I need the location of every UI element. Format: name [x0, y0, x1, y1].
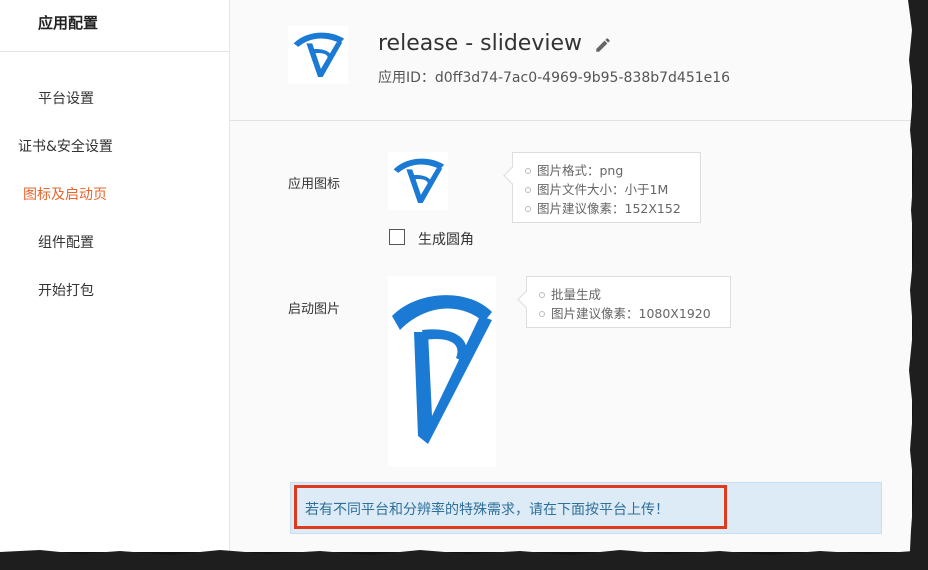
splash-image-label: 启动图片 [288, 302, 341, 317]
sidebar-item-certificate-security[interactable]: 证书&安全设置 [18, 136, 113, 156]
splash-image-tips: 批量生成 图片建议像素：1080X1920 [526, 276, 731, 328]
notice-text: 若有不同平台和分辨率的特殊需求，请在下面按平台上传！ [305, 502, 669, 518]
torn-edge-bottom [0, 550, 928, 570]
sidebar-item-platform-settings[interactable]: 平台设置 [38, 88, 94, 108]
app-icon-label: 应用图标 [288, 177, 341, 192]
app-id-value: d0ff3d74-7ac0-4969-9b95-838b7d451e16 [434, 70, 731, 86]
app-title: release - slideview [378, 31, 582, 56]
sidebar-item-icon-splash[interactable]: 图标及启动页 [23, 184, 107, 204]
app-icon-preview[interactable] [388, 152, 448, 210]
sidebar-header: 应用配置 [0, 0, 229, 52]
app-logo [288, 26, 348, 84]
main-content: release - slideview 应用ID：d0ff3d74-7ac0-4… [230, 0, 912, 552]
upload-notice: 若有不同平台和分辨率的特殊需求，请在下面按平台上传！ [290, 482, 882, 534]
sidebar-item-components[interactable]: 组件配置 [38, 232, 94, 252]
tip-pixels: 图片建议像素：152X152 [525, 199, 690, 218]
splash-image-preview[interactable] [388, 276, 496, 467]
app-header: release - slideview 应用ID：d0ff3d74-7ac0-4… [230, 0, 912, 121]
pencil-edit-icon[interactable] [594, 36, 610, 52]
tip-splash-pixels: 图片建议像素：1080X1920 [539, 304, 720, 323]
rounded-corners-label: 生成圆角 [418, 232, 474, 248]
sidebar: 应用配置 平台设置 证书&安全设置 图标及启动页 组件配置 开始打包 [0, 0, 230, 552]
tip-batch-generate: 批量生成 [539, 285, 720, 304]
app-id: 应用ID：d0ff3d74-7ac0-4969-9b95-838b7d451e1… [378, 67, 730, 87]
torn-edge-right [908, 0, 928, 570]
app-id-label: 应用ID： [378, 70, 435, 86]
rounded-corners-checkbox[interactable] [389, 229, 405, 245]
app-icon-tips: 图片格式：png 图片文件大小：小于1M 图片建议像素：152X152 [512, 152, 701, 223]
sidebar-item-start-packaging[interactable]: 开始打包 [38, 280, 94, 300]
tip-file-size: 图片文件大小：小于1M [525, 180, 690, 199]
app-window: 应用配置 平台设置 证书&安全设置 图标及启动页 组件配置 开始打包 relea… [0, 0, 912, 552]
tip-format: 图片格式：png [525, 161, 690, 180]
